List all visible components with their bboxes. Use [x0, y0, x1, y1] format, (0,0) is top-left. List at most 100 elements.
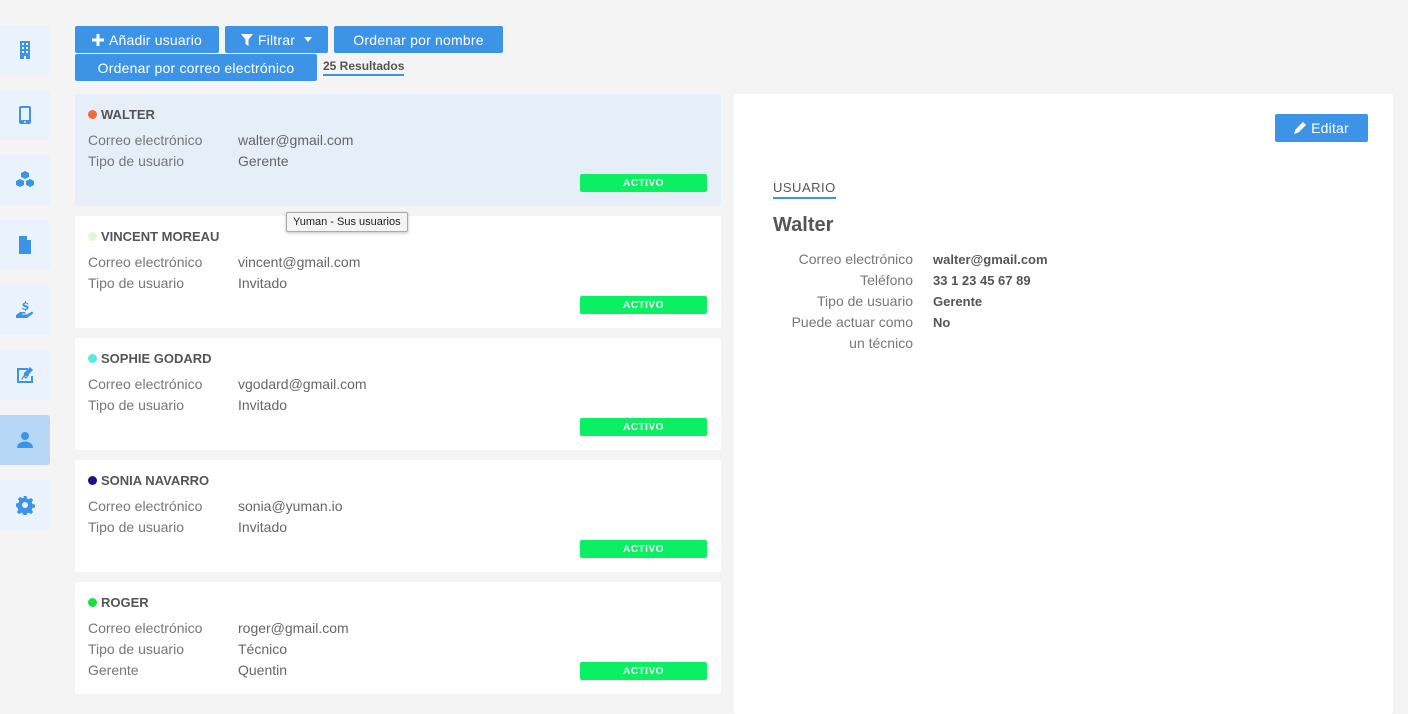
edit-button[interactable]: Editar [1275, 114, 1368, 142]
add-user-button[interactable]: Añadir usuario [75, 26, 219, 53]
cubes-icon [16, 171, 34, 187]
status-badge: ACTIVO [580, 540, 707, 558]
section-title: USUARIO [773, 180, 836, 199]
field-value: Gerente [238, 153, 289, 169]
sidebar-item-reports[interactable] [0, 350, 50, 400]
user-detail-panel: Editar USUARIO Walter Correo electrónico… [734, 94, 1393, 714]
detail-field-label: Tipo de usuario [817, 293, 913, 309]
field-value: Invitado [238, 397, 288, 413]
field-value: Quentin [238, 662, 288, 678]
results-count[interactable]: 25 Resultados [323, 59, 405, 76]
user-card-walter[interactable]: WALTER Correo electrónico walter@gmail.c… [75, 94, 721, 206]
sidebar-item-settings[interactable] [0, 480, 50, 530]
field-value: sonia@yuman.io [238, 498, 343, 514]
user-name: SOPHIE GODARD [101, 351, 212, 366]
user-card-vincent-moreau[interactable]: VINCENT MOREAU Correo electrónico vincen… [75, 216, 721, 328]
sort-by-email-label: Ordenar por correo electrónico [97, 59, 295, 76]
user-field-row: Correo electrónico vincent@gmail.com [88, 254, 360, 270]
status-badge: ACTIVO [580, 174, 707, 192]
sidebar-item-billing[interactable] [0, 285, 50, 335]
pencil-icon [1294, 122, 1307, 134]
sidebar-item-documents[interactable] [0, 220, 50, 270]
document-icon [19, 236, 31, 254]
filter-icon [240, 33, 253, 46]
user-card-header: SOPHIE GODARD [88, 351, 212, 366]
mobile-icon [19, 106, 31, 124]
tooltip: Yuman - Sus usuarios [286, 212, 408, 232]
user-color-dot [88, 598, 97, 607]
detail-field-row: Tipo de usuario Gerente [773, 291, 982, 312]
user-icon [17, 432, 33, 448]
user-name: SONIA NAVARRO [101, 473, 210, 488]
user-field-row: Gerente Quentin [88, 662, 287, 678]
chevron-down-icon [304, 37, 313, 42]
status-badge: ACTIVO [580, 662, 707, 680]
user-field-row: Tipo de usuario Invitado [88, 519, 287, 535]
gear-icon [16, 496, 35, 515]
field-value: Invitado [238, 519, 288, 535]
user-card-roger[interactable]: ROGER Correo electrónico roger@gmail.com… [75, 582, 721, 694]
field-label: Correo electrónico [88, 132, 203, 148]
sort-by-name-label: Ordenar por nombre [353, 31, 484, 48]
detail-field-value: Gerente [933, 294, 983, 309]
status-badge: ACTIVO [580, 296, 707, 314]
user-card-sonia-navarro[interactable]: SONIA NAVARRO Correo electrónico sonia@y… [75, 460, 721, 572]
filter-dropdown-button[interactable]: Filtrar [225, 26, 328, 53]
detail-user-name: Walter [773, 214, 834, 236]
sort-by-name-button[interactable]: Ordenar por nombre [334, 26, 503, 53]
user-card-header: ROGER [88, 595, 149, 610]
detail-field-label: Teléfono [860, 272, 913, 288]
sidebar-item-sites[interactable] [0, 25, 50, 75]
field-value: Técnico [238, 641, 288, 657]
field-label: Correo electrónico [88, 254, 203, 270]
user-color-dot [88, 110, 97, 119]
detail-field-label: Correo electrónico [798, 251, 913, 267]
detail-field-label: Puede actuar como un técnico [791, 314, 913, 351]
detail-field-value: 33 1 23 45 67 89 [933, 273, 1031, 288]
field-label: Tipo de usuario [88, 275, 184, 291]
field-label: Correo electrónico [88, 498, 203, 514]
user-color-dot [88, 354, 97, 363]
field-value: vgodard@gmail.com [238, 376, 367, 392]
field-value: vincent@gmail.com [238, 254, 361, 270]
field-label: Tipo de usuario [88, 397, 184, 413]
user-card-sophie-godard[interactable]: SOPHIE GODARD Correo electrónico vgodard… [75, 338, 721, 450]
user-list: WALTER Correo electrónico walter@gmail.c… [75, 94, 721, 704]
sidebar [0, 25, 50, 545]
hand-dollar-icon [16, 301, 34, 318]
user-color-dot [88, 232, 97, 241]
field-label: Tipo de usuario [88, 153, 184, 169]
user-field-row: Correo electrónico roger@gmail.com [88, 620, 349, 636]
building-icon [20, 41, 30, 59]
field-value: roger@gmail.com [238, 620, 349, 636]
field-label: Correo electrónico [88, 620, 203, 636]
sidebar-item-devices[interactable] [0, 90, 50, 140]
user-field-row: Tipo de usuario Gerente [88, 153, 289, 169]
plus-icon [91, 33, 104, 46]
user-field-row: Tipo de usuario Invitado [88, 397, 287, 413]
chart-edit-icon [17, 367, 33, 383]
user-field-row: Tipo de usuario Técnico [88, 641, 287, 657]
field-label: Correo electrónico [88, 376, 203, 392]
sidebar-item-materials[interactable] [0, 155, 50, 205]
field-value: walter@gmail.com [238, 132, 354, 148]
user-name: VINCENT MOREAU [101, 229, 220, 244]
user-name: ROGER [101, 595, 149, 610]
sidebar-item-users[interactable] [0, 415, 50, 465]
user-card-header: SONIA NAVARRO [88, 473, 209, 488]
user-card-header: WALTER [88, 107, 155, 122]
add-user-label: Añadir usuario [108, 31, 203, 48]
detail-field-row: Correo electrónico walter@gmail.com [773, 249, 1048, 270]
filter-label: Filtrar [257, 31, 296, 48]
detail-field-value: walter@gmail.com [933, 252, 1048, 267]
edit-label: Editar [1311, 120, 1349, 136]
detail-field-row: Puede actuar como un técnico No [773, 312, 951, 354]
field-label: Gerente [88, 662, 139, 678]
user-field-row: Correo electrónico sonia@yuman.io [88, 498, 343, 514]
sort-by-email-button[interactable]: Ordenar por correo electrónico [75, 54, 317, 81]
field-value: Invitado [238, 275, 288, 291]
user-field-row: Correo electrónico vgodard@gmail.com [88, 376, 367, 392]
detail-field-value: No [933, 315, 951, 330]
field-label: Tipo de usuario [88, 641, 184, 657]
field-label: Tipo de usuario [88, 519, 184, 535]
